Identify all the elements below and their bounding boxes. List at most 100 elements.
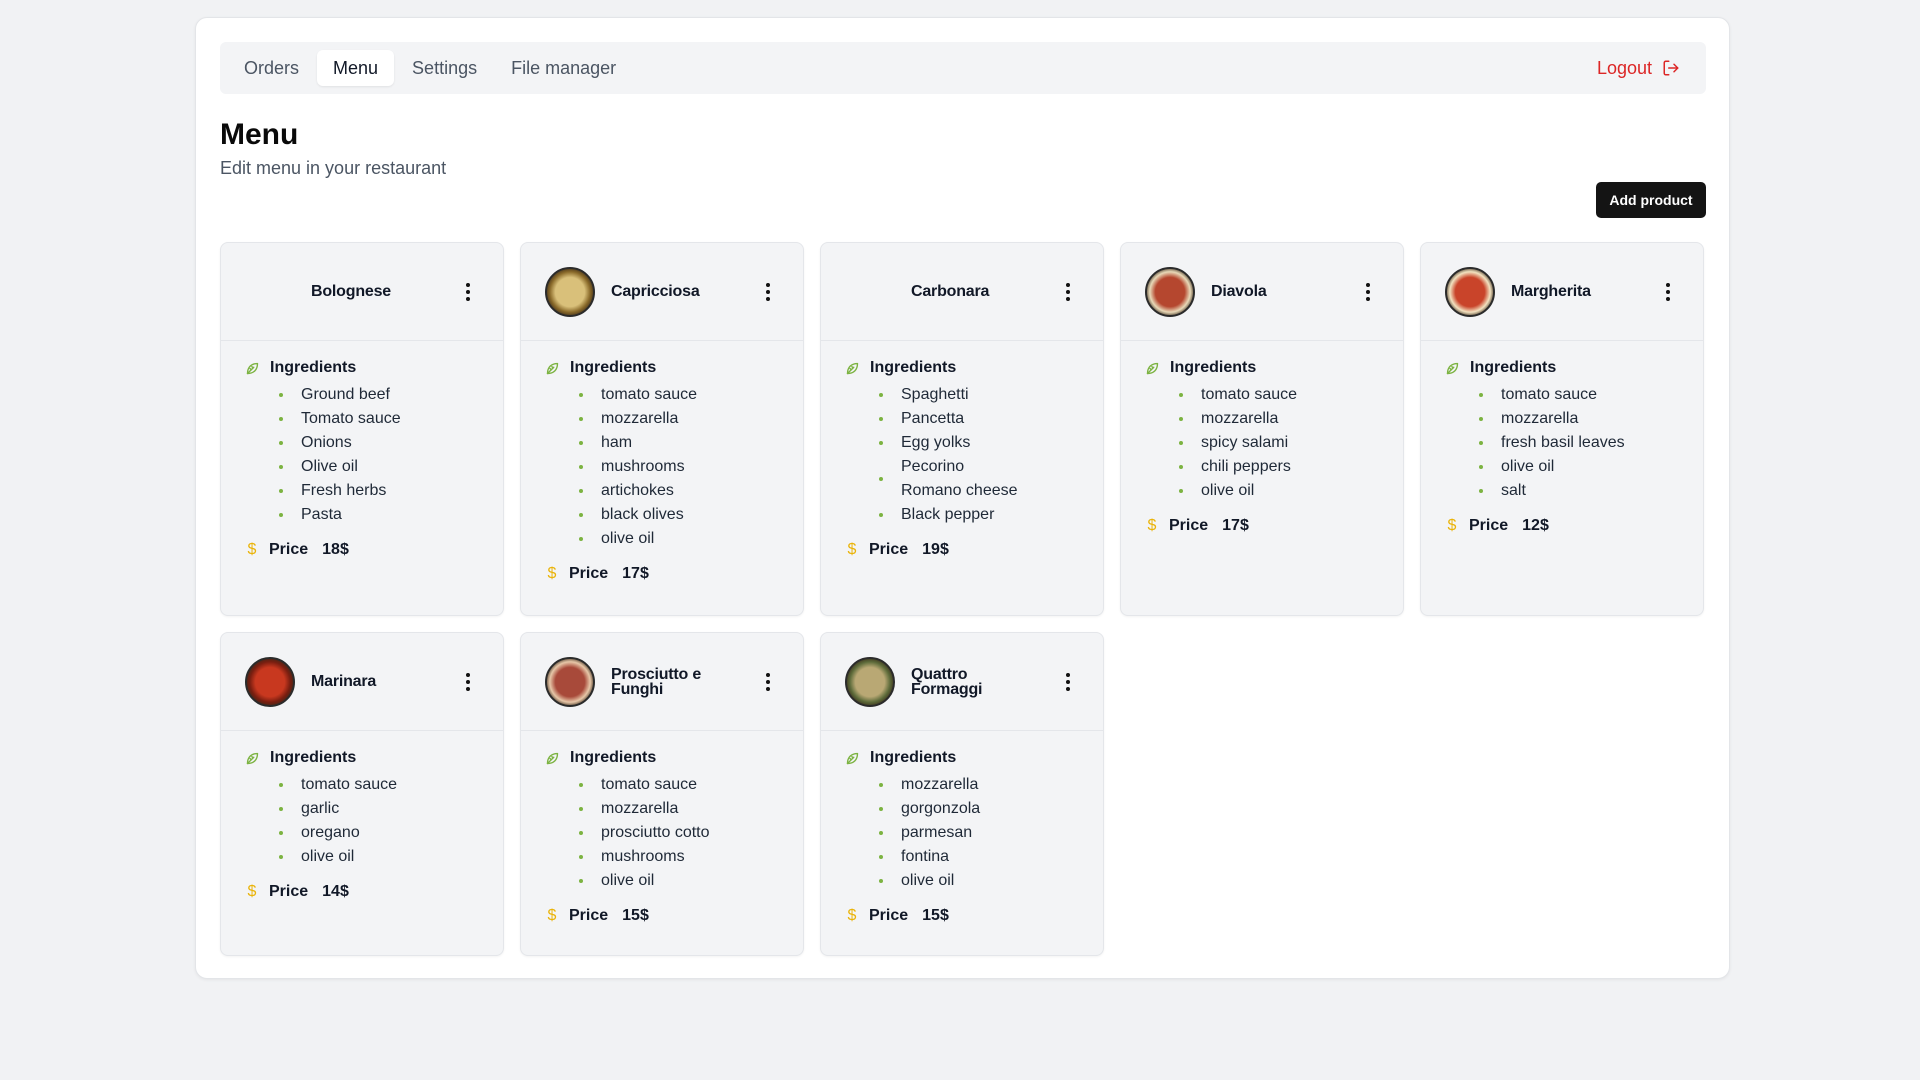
- ingredient-item: tomato sauce: [1179, 383, 1379, 407]
- ingredients-list: tomato sauce mozzarella ham mushrooms artich…: [579, 383, 779, 551]
- more-options-icon[interactable]: [1063, 671, 1073, 693]
- logout-button[interactable]: Logout: [1597, 58, 1680, 79]
- product-card-header: Prosciutto e Funghi: [521, 633, 803, 731]
- ingredient-item: fresh basil leaves: [1479, 431, 1679, 455]
- more-options-icon[interactable]: [463, 281, 473, 303]
- ingredient-item: parmesan: [879, 821, 1079, 845]
- ingredients-list: tomato sauce mozzarella prosciutto cotto mu…: [579, 773, 779, 893]
- add-product-button[interactable]: Add product: [1596, 182, 1706, 218]
- ingredient-item: olive oil: [579, 869, 779, 893]
- price-row: $ Price 19$: [845, 541, 1079, 559]
- dollar-icon: $: [247, 541, 257, 558]
- leaf-icon: [246, 362, 259, 374]
- product-name: Capricciosa: [611, 283, 700, 300]
- ingredient-item: Pasta: [279, 503, 479, 527]
- tab-menu[interactable]: Menu: [317, 50, 395, 86]
- dollar-icon: $: [1147, 517, 1157, 534]
- product-card-body: Ingredients tomato sauce mozzarella ham mush…: [521, 341, 803, 583]
- product-name: Margherita: [1511, 283, 1591, 300]
- ingredient-item: Pancetta: [879, 407, 1079, 431]
- leaf-icon: [1446, 362, 1459, 374]
- ingredient-item: Spaghetti: [879, 383, 1079, 407]
- more-options-icon[interactable]: [1063, 281, 1073, 303]
- product-card-wrapper: Quattro Formaggi Ingredients mozzarella gor…: [820, 632, 1104, 956]
- ingredient-item: mushrooms: [579, 455, 779, 479]
- dollar-icon: $: [547, 565, 557, 582]
- more-options-icon[interactable]: [463, 671, 473, 693]
- ingredient-item: Tomato sauce: [279, 407, 479, 431]
- product-card: Capricciosa Ingredients tomato sauce mozzar…: [520, 242, 804, 616]
- dollar-icon: $: [1447, 517, 1457, 534]
- price-label: Price: [269, 541, 309, 558]
- logout-label: Logout: [1596, 57, 1652, 78]
- ingredient-item: mozzarella: [1479, 407, 1679, 431]
- product-card-wrapper: Carbonara Ingredients Spaghetti Pancetta Egg…: [820, 242, 1104, 616]
- ingredient-item: mushrooms: [579, 845, 779, 869]
- price-value: 15$: [922, 907, 949, 924]
- product-card-wrapper: Prosciutto e Funghi Ingredients tomato sau…: [520, 632, 804, 956]
- more-options-icon[interactable]: [1363, 281, 1373, 303]
- product-card-header: Capricciosa: [521, 243, 803, 341]
- ingredient-item: Egg yolks: [879, 431, 1079, 455]
- product-image: [1145, 266, 1195, 317]
- product-name: Quattro Formaggi: [911, 665, 983, 698]
- ingredients-heading: Ingredients: [245, 749, 479, 767]
- product-card-body: Ingredients tomato sauce mozzarella spicy s…: [1121, 341, 1403, 535]
- price-row: $ Price 15$: [545, 907, 779, 925]
- ingredient-item: tomato sauce: [279, 773, 479, 797]
- product-image: [845, 656, 895, 707]
- ingredient-item: Ground beef: [279, 383, 479, 407]
- product-image: [545, 656, 595, 707]
- main-panel: Orders Menu Settings File manager Logout…: [195, 17, 1730, 979]
- price-label: Price: [269, 883, 309, 900]
- product-name: Marinara: [311, 673, 377, 690]
- product-card-header: Marinara: [221, 633, 503, 731]
- ingredient-item: mozzarella: [1179, 407, 1379, 431]
- ingredient-item: prosciutto cotto: [579, 821, 779, 845]
- ingredients-label: Ingredients: [570, 359, 657, 376]
- tab-settings[interactable]: Settings: [396, 50, 493, 86]
- leaf-icon: [246, 752, 259, 764]
- ingredients-list: mozzarella gorgonzola parmesan fontina olive…: [879, 773, 1079, 893]
- product-grid: Bolognese Ingredients Ground beef Tomato sa…: [220, 242, 1708, 956]
- product-card: Carbonara Ingredients Spaghetti Pancetta Egg…: [820, 242, 1104, 616]
- price-value: 17$: [1222, 517, 1249, 534]
- ingredients-label: Ingredients: [1170, 359, 1257, 376]
- ingredient-item: Pecorino Romano cheese: [879, 455, 1019, 503]
- product-card-wrapper: Margherita Ingredients tomato sauce mozzare…: [1420, 242, 1704, 616]
- ingredients-heading: Ingredients: [545, 749, 779, 767]
- product-name: Diavola: [1211, 283, 1267, 300]
- ingredient-item: olive oil: [279, 845, 479, 869]
- tab-file-manager[interactable]: File manager: [495, 50, 632, 86]
- product-card-wrapper: Capricciosa Ingredients tomato sauce mozzar…: [520, 242, 804, 616]
- product-card: Bolognese Ingredients Ground beef Tomato sa…: [220, 242, 504, 616]
- product-card: Margherita Ingredients tomato sauce mozzare…: [1420, 242, 1704, 616]
- ingredient-item: Black pepper: [879, 503, 1079, 527]
- ingredient-item: Onions: [279, 431, 479, 455]
- product-card-body: Ingredients tomato sauce mozzarella fresh b…: [1421, 341, 1703, 535]
- more-options-icon[interactable]: [1663, 281, 1673, 303]
- more-options-icon[interactable]: [763, 281, 773, 303]
- leaf-icon: [1146, 362, 1159, 374]
- ingredient-item: mozzarella: [579, 797, 779, 821]
- ingredient-item: olive oil: [879, 869, 1079, 893]
- price-value: 15$: [622, 907, 649, 924]
- ingredient-item: tomato sauce: [579, 383, 779, 407]
- ingredients-list: Ground beef Tomato sauce Onions Olive oil Fr…: [279, 383, 479, 527]
- ingredients-heading: Ingredients: [845, 359, 1079, 377]
- product-image-placeholder: [245, 267, 295, 317]
- more-options-icon[interactable]: [763, 671, 773, 693]
- ingredient-item: Olive oil: [279, 455, 479, 479]
- tab-orders[interactable]: Orders: [228, 50, 315, 86]
- product-name: Carbonara: [911, 283, 990, 300]
- ingredient-item: gorgonzola: [879, 797, 1079, 821]
- price-label: Price: [1169, 517, 1209, 534]
- ingredients-label: Ingredients: [1470, 359, 1557, 376]
- product-card-body: Ingredients tomato sauce garlic oregano oliv…: [221, 731, 503, 901]
- price-label: Price: [869, 907, 909, 924]
- product-card: Marinara Ingredients tomato sauce garlic ore…: [220, 632, 504, 956]
- ingredient-item: tomato sauce: [579, 773, 779, 797]
- ingredient-item: garlic: [279, 797, 479, 821]
- product-image: [545, 266, 595, 317]
- price-value: 12$: [1522, 517, 1549, 534]
